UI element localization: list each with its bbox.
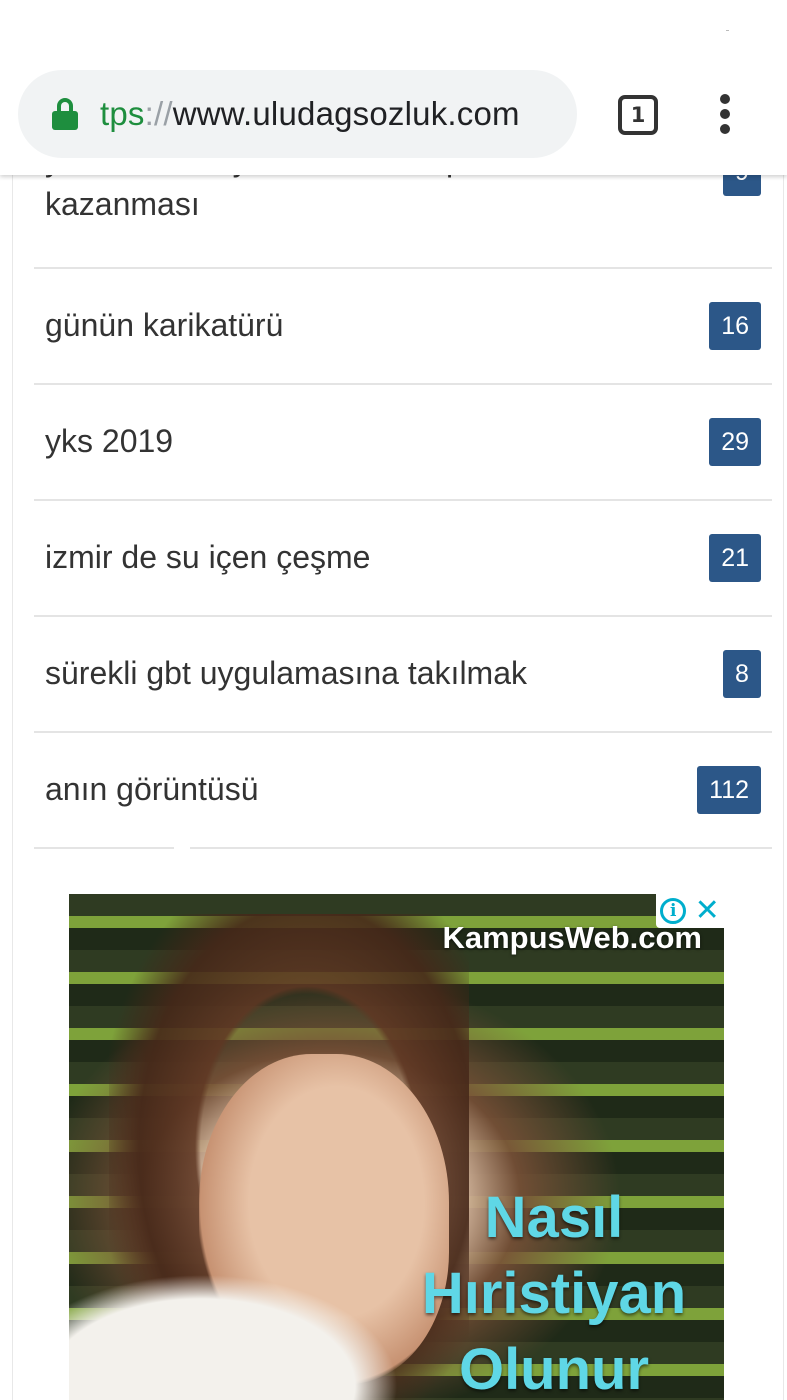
topic-row[interactable]: izmir de su içen çeşme 21 [34, 501, 772, 615]
close-icon[interactable]: ✕ [695, 896, 720, 926]
ad-headline: Nasıl Hıristiyan Olunur [394, 1180, 714, 1400]
entry-count-badge: 21 [709, 534, 761, 582]
entry-count-badge: 16 [709, 302, 761, 350]
topic-title[interactable]: sürekli gbt uygulamasına takılmak [45, 651, 527, 695]
topic-row[interactable]: yks 2019 29 [34, 385, 772, 499]
ad-headline-line: Hıristiyan [421, 1261, 687, 1326]
more-vert-icon[interactable] [715, 94, 737, 134]
lock-icon[interactable] [52, 98, 78, 130]
entry-count-badge: 29 [709, 418, 761, 466]
status-bar-mark [726, 30, 729, 31]
ad-headline-line: Nasıl [484, 1185, 624, 1250]
ad-headline-line: Olunur [458, 1337, 650, 1400]
topic-title[interactable]: izmir de su içen çeşme [45, 535, 370, 579]
url-separator: :// [144, 95, 173, 132]
info-icon[interactable]: i [660, 898, 687, 924]
topic-title[interactable]: günün karikatürü [45, 303, 283, 347]
topic-row[interactable]: anın görüntüsü 112 [34, 733, 772, 847]
topic-row[interactable]: sürekli gbt uygulamasına takılmak 8 [34, 617, 772, 731]
advertisement-banner[interactable]: KampusWeb.com Nasıl Hıristiyan Olunur i … [69, 894, 724, 1400]
ad-photo-shirt [69, 1274, 399, 1400]
topic-row[interactable]: günün karikatürü 16 [34, 269, 772, 383]
url-text[interactable]: tps://www.uludagsozluk.com [100, 95, 520, 133]
topic-title[interactable]: yks 2019 [45, 419, 173, 463]
divider [34, 847, 174, 849]
url-host: www.uludagsozluk.com [172, 95, 520, 132]
ad-choices: i ✕ [656, 894, 724, 928]
entry-count-badge: 8 [723, 650, 761, 698]
tab-switcher-icon[interactable]: 1 [618, 95, 658, 135]
url-scheme: tps [100, 95, 145, 132]
divider [190, 847, 772, 849]
browser-toolbar: tps://www.uludagsozluk.com 1 [0, 0, 787, 175]
topic-title[interactable]: anın görüntüsü [45, 767, 259, 811]
entry-count-badge: 112 [697, 766, 761, 814]
address-bar[interactable]: tps://www.uludagsozluk.com [18, 70, 577, 158]
